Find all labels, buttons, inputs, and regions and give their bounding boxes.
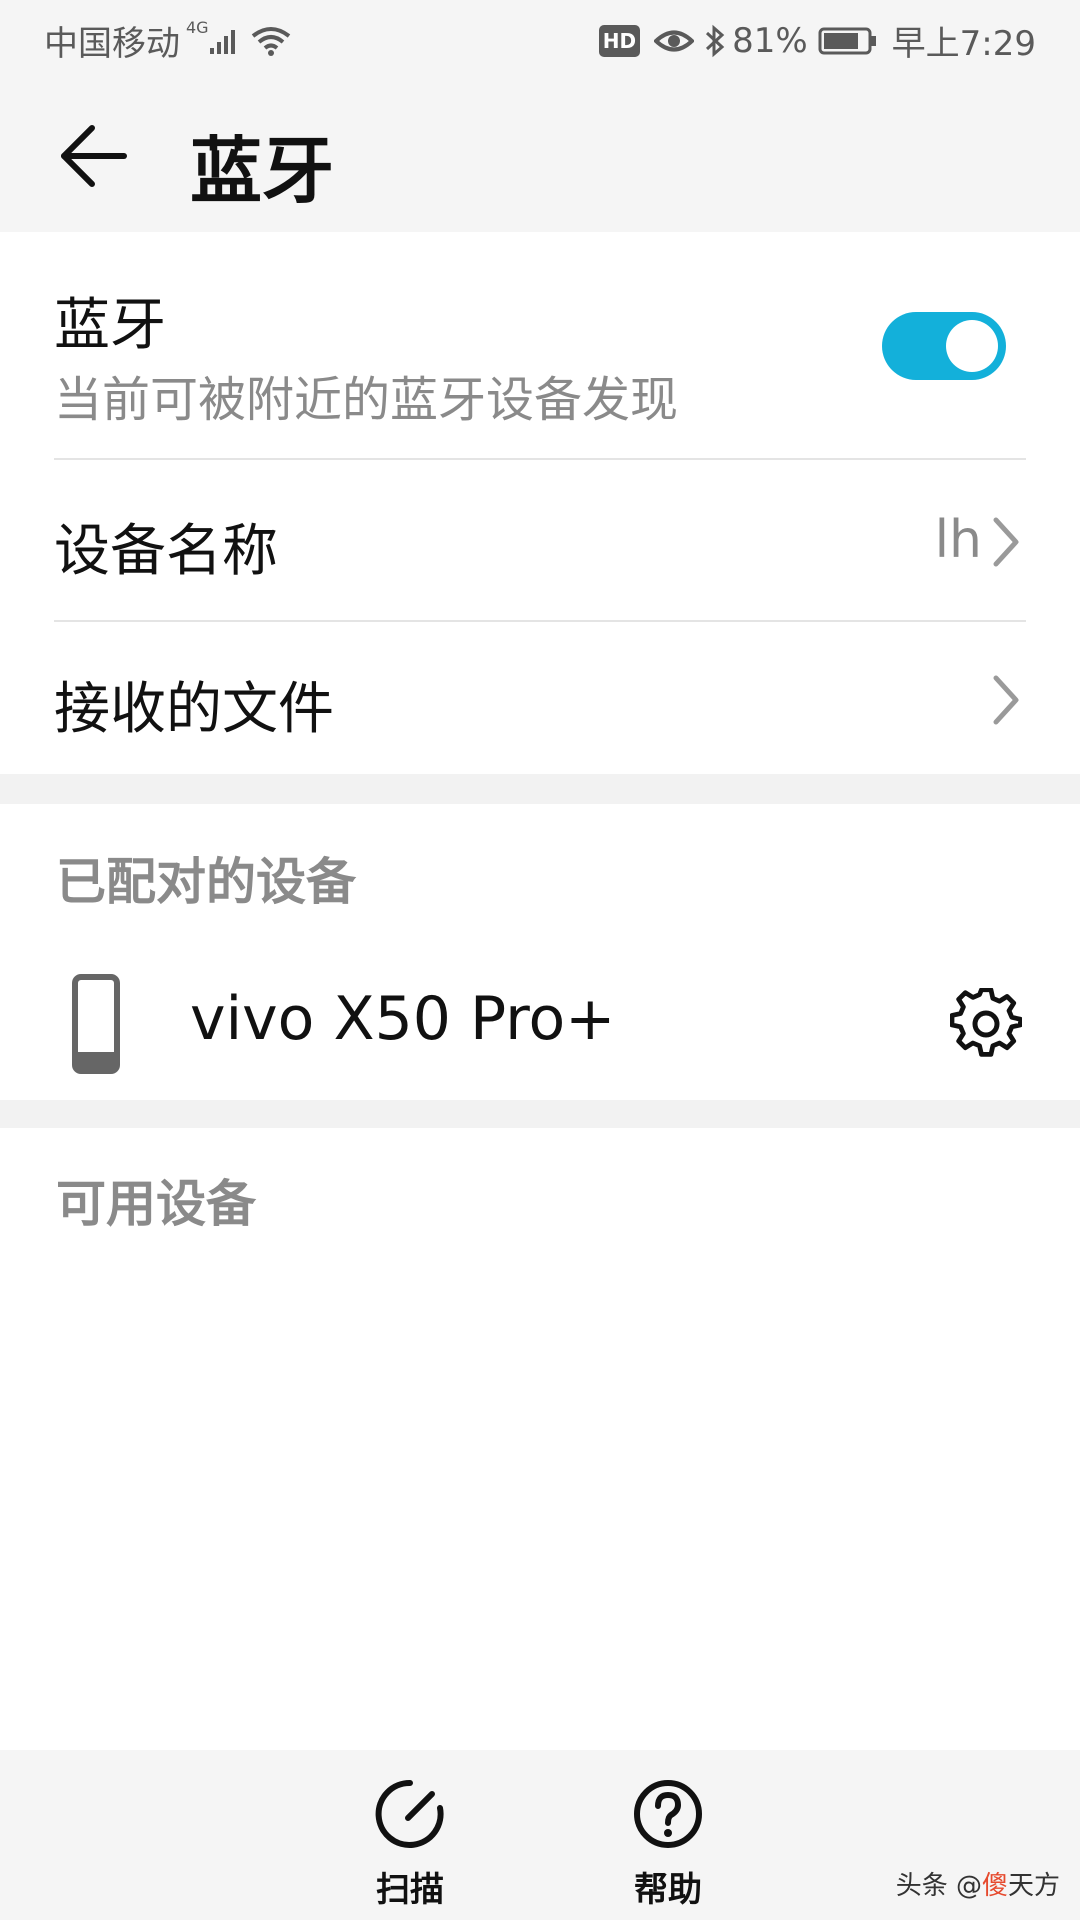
available-devices-header: 可用设备 [56, 1175, 256, 1233]
scan-icon [375, 1779, 444, 1848]
hd-icon: HD [598, 24, 641, 57]
wifi-icon [251, 26, 290, 56]
network-type: 4G [186, 18, 209, 37]
chevron-right-icon [993, 517, 1019, 567]
battery-percent: 81% [732, 20, 808, 61]
help-label: 帮助 [634, 1870, 702, 1910]
arrow-left-icon [61, 125, 127, 187]
gear-icon[interactable] [950, 988, 1022, 1060]
eye-icon [654, 30, 695, 51]
paired-devices-header: 已配对的设备 [56, 853, 356, 911]
paired-device-name: vivo X50 Pro+ [190, 984, 616, 1054]
section-gap [0, 1100, 1080, 1128]
signal-icon [209, 29, 235, 54]
carrier-name: 中国移动 [44, 24, 180, 64]
device-name-row[interactable]: 设备名称 lh [0, 460, 1080, 620]
page-title: 蓝牙 [190, 129, 335, 213]
bottom-action-bar: 扫描 帮助 头条 @傻天方 [0, 1750, 1080, 1920]
received-files-label: 接收的文件 [54, 677, 334, 742]
phone-icon [72, 974, 120, 1074]
paired-device-row[interactable]: vivo X50 Pro+ [0, 950, 1080, 1100]
bluetooth-label: 蓝牙 [54, 293, 166, 358]
app-bar: 蓝牙 [0, 76, 1080, 232]
clock: 早上7:29 [891, 24, 1036, 64]
paired-devices-section: 已配对的设备 vivo X50 Pro+ [0, 804, 1080, 1100]
watermark-accent: 傻 [981, 1871, 1008, 1901]
device-name-label: 设备名称 [54, 519, 278, 584]
bluetooth-icon [706, 24, 725, 57]
bluetooth-discoverable-text: 当前可被附近的蓝牙设备发现 [54, 372, 679, 428]
available-devices-section: 可用设备 [0, 1128, 1080, 1750]
device-name-value: lh [934, 510, 982, 570]
received-files-row[interactable]: 接收的文件 [0, 622, 1080, 774]
bluetooth-switch[interactable] [882, 312, 1006, 380]
battery-icon [818, 27, 876, 54]
status-bar-left: 中国移动 4G [44, 16, 293, 65]
watermark: 头条 @傻天方 [896, 1865, 1060, 1902]
status-bar-right: HD 81% 早上7:29 [598, 16, 1036, 65]
chevron-right-icon [993, 675, 1019, 725]
watermark-prefix: 头条 @ [895, 1871, 982, 1901]
help-icon [634, 1780, 702, 1848]
bluetooth-switch-knob [946, 320, 998, 372]
watermark-suffix: 天方 [1007, 1871, 1060, 1901]
help-button[interactable]: 帮助 [588, 1778, 748, 1911]
back-button[interactable] [56, 118, 132, 194]
scan-label: 扫描 [376, 1870, 444, 1910]
status-bar: 中国移动 4G HD 81% 早上7:29 [0, 0, 1080, 76]
section-gap [0, 774, 1080, 804]
scan-button[interactable]: 扫描 [330, 1778, 490, 1911]
